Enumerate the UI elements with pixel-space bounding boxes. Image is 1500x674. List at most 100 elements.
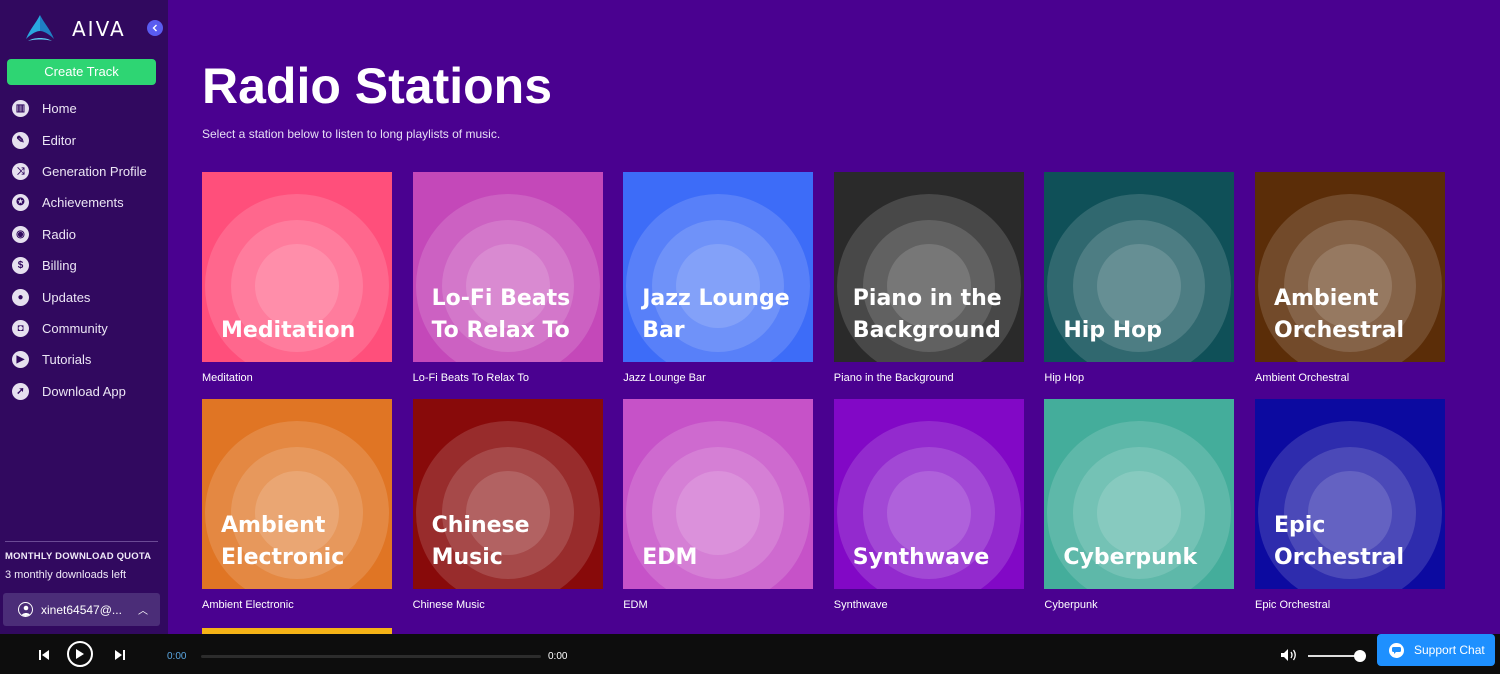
quota-text: 3 monthly downloads left — [5, 569, 127, 581]
page-subtitle: Select a station below to listen to long… — [202, 127, 501, 141]
quota-title: MONTHLY DOWNLOAD QUOTA — [5, 551, 152, 562]
station-artwork-title: EDM — [642, 545, 698, 570]
station-card[interactable]: Epic Orchestral Epic Orchestral — [1255, 399, 1445, 611]
station-artwork[interactable]: Lo-Fi Beats To Relax To — [412, 172, 603, 362]
sidebar-item-label: Tutorials — [42, 352, 92, 368]
sidebar-nav: ▥ Home ✎ Editor ⤨ Generation Profile ✪ Achievem… — [0, 93, 168, 407]
station-card[interactable]: Meditation Meditation — [202, 172, 392, 384]
next-track-icon[interactable] — [113, 648, 127, 662]
sidebar-item-radio[interactable]: ◉ Radio — [0, 219, 168, 250]
station-caption[interactable]: Lo-Fi Beats To Relax To — [413, 372, 603, 384]
play-button[interactable] — [67, 641, 93, 667]
chat-icon — [1389, 642, 1404, 658]
page-title: Radio Stations — [202, 58, 553, 114]
user-menu[interactable]: xinet64547@... ︿ — [3, 593, 160, 626]
station-card[interactable]: Lo-Fi Beats To Relax To Lo-Fi Beats To Re… — [412, 172, 603, 384]
support-chat-button[interactable]: Support Chat — [1377, 634, 1495, 666]
aiva-logo-icon — [26, 15, 54, 41]
station-card[interactable]: Jazz Lounge Bar Jazz Lounge Bar — [623, 172, 814, 384]
medal-icon: ✪ — [12, 194, 29, 212]
station-card[interactable]: EDM EDM — [623, 399, 814, 611]
support-chat-label: Support Chat — [1414, 643, 1485, 657]
station-artwork-title: Piano in the Background — [852, 286, 1002, 343]
volume-icon[interactable] — [1280, 648, 1298, 662]
sidebar-item-download-app[interactable]: ➚ Download App — [0, 376, 168, 407]
previous-track-icon[interactable] — [37, 648, 51, 662]
pencil-icon: ✎ — [12, 131, 29, 149]
station-caption[interactable]: Synthwave — [834, 599, 1024, 611]
home-icon: ▥ — [12, 100, 29, 118]
sidebar-item-label: Updates — [42, 289, 91, 305]
sidebar-item-generation-profile[interactable]: ⤨ Generation Profile — [0, 156, 168, 187]
station-artwork[interactable]: Cyberpunk — [1044, 399, 1235, 589]
station-artwork-title: Epic Orchestral — [1274, 513, 1405, 570]
sidebar-item-community[interactable]: ◘ Community — [0, 313, 168, 344]
user-avatar-icon — [18, 602, 33, 617]
station-card[interactable]: Synthwave Synthwave — [833, 399, 1024, 611]
main-content: Radio Stations Select a station below to… — [168, 0, 1500, 634]
sidebar-item-editor[interactable]: ✎ Editor — [0, 124, 168, 155]
station-caption[interactable]: EDM — [623, 599, 813, 611]
sidebar-item-label: Generation Profile — [42, 163, 147, 179]
station-artwork[interactable]: EDM — [623, 399, 814, 589]
station-artwork[interactable]: Epic Orchestral — [1255, 399, 1445, 589]
station-artwork[interactable]: Ambient Orchestral — [1255, 172, 1445, 362]
station-card[interactable]: Hip Hop Hip Hop — [1044, 172, 1235, 384]
station-artwork[interactable]: Jazz Lounge Bar — [623, 172, 814, 362]
station-caption[interactable]: Hip Hop — [1044, 372, 1234, 384]
station-caption[interactable]: Ambient Electronic — [202, 599, 392, 611]
volume-slider-handle[interactable] — [1354, 650, 1366, 662]
logo[interactable]: AIVA — [24, 12, 126, 46]
station-artwork[interactable]: Chinese Music — [412, 399, 603, 589]
sidebar: AIVA Create Track ▥ Home ✎ Editor ⤨ Generatio… — [0, 0, 168, 634]
station-card[interactable]: Piano in the Background Piano in the Back… — [833, 172, 1024, 384]
sidebar-item-label: Billing — [42, 258, 77, 274]
sidebar-item-label: Editor — [42, 132, 76, 148]
total-time: 0:00 — [548, 651, 568, 662]
user-email: xinet64547@... — [41, 602, 122, 617]
volume-slider[interactable] — [1308, 655, 1360, 657]
station-artwork[interactable]: Hip Hop — [1044, 172, 1235, 362]
shuffle-icon: ⤨ — [12, 162, 29, 180]
station-caption[interactable]: Chinese Music — [413, 599, 603, 611]
sidebar-item-label: Home — [42, 101, 77, 117]
station-artwork[interactable]: Synthwave — [833, 399, 1024, 589]
station-artwork-title: Hip Hop — [1063, 318, 1163, 343]
current-time: 0:00 — [167, 651, 187, 662]
station-artwork[interactable]: Meditation — [202, 172, 392, 362]
station-artwork[interactable]: Piano in the Background — [833, 172, 1024, 362]
radio-icon: ◉ — [12, 225, 29, 243]
discord-icon: ◘ — [12, 319, 29, 337]
updates-icon: ● — [12, 288, 29, 306]
sidebar-item-achievements[interactable]: ✪ Achievements — [0, 187, 168, 218]
sidebar-item-tutorials[interactable]: ▶ Tutorials — [0, 344, 168, 375]
sidebar-item-label: Community — [42, 320, 108, 336]
station-card[interactable]: Ambient Orchestral Ambient Orchestral — [1255, 172, 1445, 384]
station-artwork-title: Cyberpunk — [1063, 545, 1198, 570]
station-caption[interactable]: Cyberpunk — [1044, 599, 1234, 611]
station-caption[interactable]: Ambient Orchestral — [1255, 372, 1445, 384]
station-card[interactable]: Ambient Electronic Ambient Electronic — [202, 399, 392, 611]
collapse-sidebar-button[interactable] — [147, 20, 163, 36]
sidebar-item-label: Download App — [42, 383, 126, 399]
station-artwork-title: Lo-Fi Beats To Relax To — [431, 286, 571, 343]
sidebar-item-label: Achievements — [42, 195, 124, 211]
progress-bar[interactable] — [201, 655, 541, 658]
sidebar-item-updates[interactable]: ● Updates — [0, 281, 168, 312]
divider — [5, 541, 158, 542]
station-artwork-title: Jazz Lounge Bar — [642, 286, 790, 343]
sidebar-item-home[interactable]: ▥ Home — [0, 93, 168, 124]
station-card[interactable]: Cyberpunk Cyberpunk — [1044, 399, 1235, 611]
station-caption[interactable]: Piano in the Background — [834, 372, 1024, 384]
station-caption[interactable]: Meditation — [202, 372, 392, 384]
station-artwork-title: Chinese Music — [431, 513, 530, 570]
station-caption[interactable]: Epic Orchestral — [1255, 599, 1445, 611]
station-artwork[interactable]: Ambient Electronic — [202, 399, 392, 589]
create-track-button[interactable]: Create Track — [7, 59, 156, 85]
play-icon: ▶ — [12, 351, 29, 369]
chevron-left-icon — [152, 24, 157, 32]
sidebar-item-billing[interactable]: $ Billing — [0, 250, 168, 281]
chevron-up-icon: ︿ — [138, 606, 148, 617]
station-card[interactable]: Chinese Music Chinese Music — [412, 399, 603, 611]
station-caption[interactable]: Jazz Lounge Bar — [623, 372, 813, 384]
